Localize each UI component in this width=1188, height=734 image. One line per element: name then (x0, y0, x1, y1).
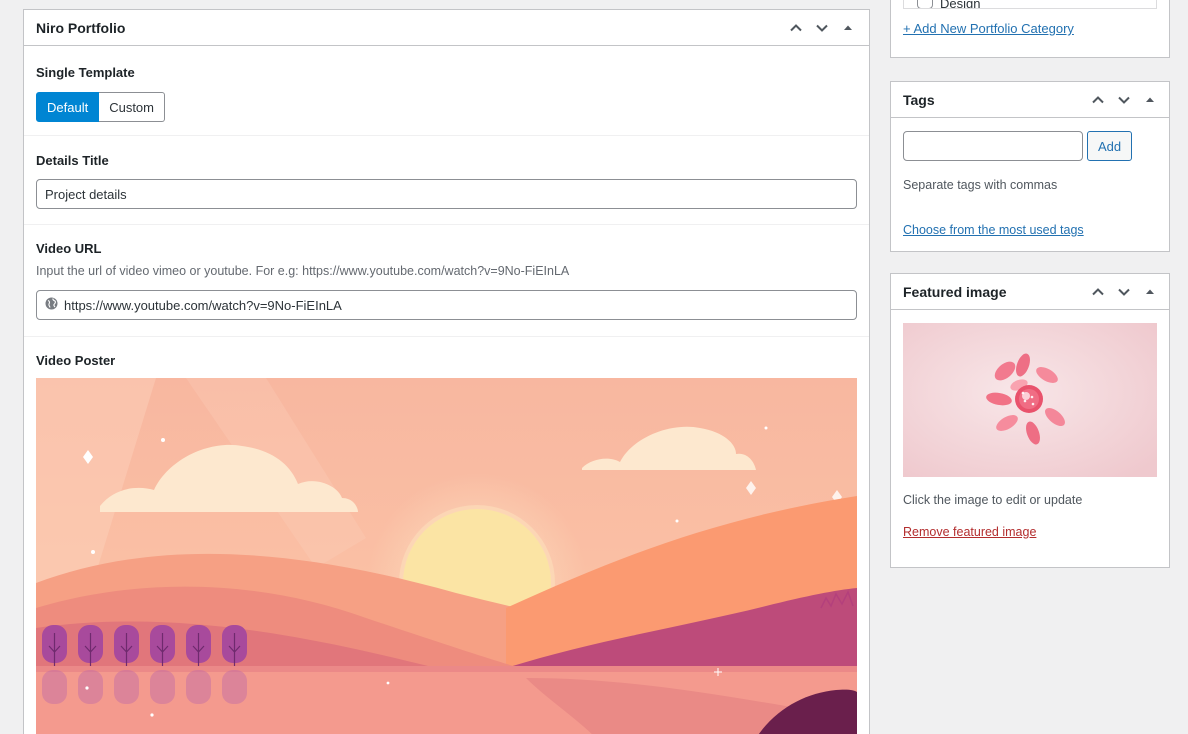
video-url-value: https://www.youtube.com/watch?v=9No-FiEI… (64, 297, 342, 313)
featured-image-title: Featured image (903, 283, 1007, 300)
collapse-toggle-icon[interactable] (1137, 87, 1163, 113)
video-poster-field: Video Poster (24, 337, 869, 734)
video-url-input[interactable]: https://www.youtube.com/watch?v=9No-FiEI… (36, 290, 857, 320)
metabox-title: Niro Portfolio (36, 19, 126, 36)
featured-image-hint: Click the image to edit or update (903, 493, 1083, 507)
single-template-field: Single Template Default Custom (24, 46, 869, 136)
video-url-label: Video URL (36, 241, 102, 256)
choose-most-used-tags-link[interactable]: Choose from the most used tags (903, 223, 1084, 237)
portfolio-categories-box: Design + Add New Portfolio Category (890, 0, 1170, 58)
move-up-icon[interactable] (1085, 279, 1111, 305)
tags-header: Tags (891, 82, 1169, 118)
video-url-field: Video URL Input the url of video vimeo o… (24, 225, 869, 337)
featured-image-thumbnail[interactable] (903, 323, 1157, 477)
single-template-label: Single Template (36, 65, 135, 80)
category-checkbox-design[interactable] (917, 0, 933, 8)
video-url-description: Input the url of video vimeo or youtube.… (36, 264, 570, 278)
template-button-group: Default Custom (36, 92, 857, 122)
details-title-field: Details Title Project details (24, 136, 869, 225)
video-poster-image[interactable] (36, 378, 857, 734)
featured-image-box: Featured image Click the image to edit o… (890, 273, 1170, 568)
featured-image-header: Featured image (891, 274, 1169, 310)
template-custom-button[interactable]: Custom (99, 92, 165, 122)
remove-featured-image-link[interactable]: Remove featured image (903, 525, 1036, 539)
details-title-label: Details Title (36, 153, 109, 168)
move-down-icon[interactable] (1111, 87, 1137, 113)
template-default-button[interactable]: Default (36, 92, 100, 122)
new-tag-input[interactable] (903, 131, 1083, 161)
video-poster-label: Video Poster (36, 353, 116, 368)
move-up-icon[interactable] (1085, 87, 1111, 113)
globe-icon (45, 297, 58, 313)
move-up-icon[interactable] (783, 15, 809, 41)
tags-hint: Separate tags with commas (903, 178, 1058, 192)
tags-title: Tags (903, 91, 935, 108)
category-label-design: Design (940, 0, 981, 9)
move-down-icon[interactable] (809, 15, 835, 41)
category-list: Design (903, 0, 1157, 9)
tags-box: Tags Add Separate tags with commas Choos… (890, 81, 1170, 252)
details-title-input[interactable]: Project details (36, 179, 857, 209)
niro-portfolio-metabox: Niro Portfolio Single Template Default C… (23, 9, 870, 734)
collapse-toggle-icon[interactable] (835, 15, 861, 41)
details-title-value: Project details (45, 186, 127, 202)
metabox-header: Niro Portfolio (24, 10, 869, 46)
move-down-icon[interactable] (1111, 279, 1137, 305)
add-new-portfolio-category-link[interactable]: + Add New Portfolio Category (903, 21, 1074, 36)
collapse-toggle-icon[interactable] (1137, 279, 1163, 305)
add-tag-button[interactable]: Add (1087, 131, 1133, 161)
